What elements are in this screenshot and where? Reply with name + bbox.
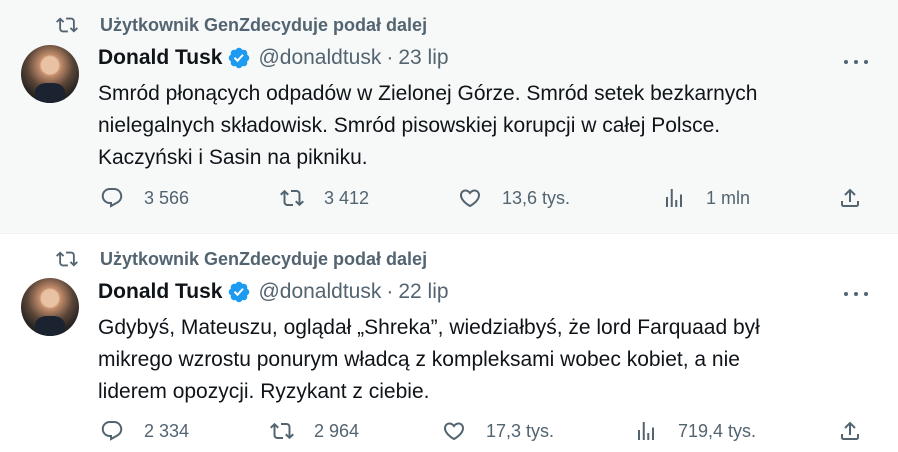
views-button[interactable]: 1 mln <box>662 186 750 210</box>
repost-icon <box>56 14 78 36</box>
tweet-text-line: nielegalnych składowisk. Smród pisowskie… <box>98 114 721 137</box>
retweet-indicator: Użytkownik GenZdecyduje podał dalej <box>56 248 427 270</box>
repost-count: 3 412 <box>324 187 370 208</box>
like-button[interactable]: 17,3 tys. <box>442 419 554 443</box>
heart-icon <box>458 186 482 210</box>
repost-icon <box>56 248 78 270</box>
reply-count: 3 566 <box>144 187 190 208</box>
views-count: 1 mln <box>706 187 751 208</box>
tweet-actions: 2 334 2 964 17,3 tys. 719,4 tys. <box>0 419 898 449</box>
verified-badge-icon[interactable] <box>227 46 251 70</box>
author-name[interactable]: Donald Tusk <box>98 280 222 304</box>
tweet-actions: 3 566 3 412 13,6 tys. 1 mln <box>0 186 898 216</box>
views-button[interactable]: 719,4 tys. <box>634 419 756 443</box>
tweet-text: Smród płonących odpadów w Zielonej Górze… <box>98 78 868 174</box>
tweet-text-line: Gdybyś, Mateuszu, oglądał „Shreka”, wied… <box>98 316 760 339</box>
more-icon[interactable] <box>844 284 868 304</box>
tweet[interactable]: Użytkownik GenZdecyduje podał dalej Dona… <box>0 234 898 452</box>
reply-icon <box>100 419 124 443</box>
separator-dot: · <box>386 46 394 69</box>
retweet-label[interactable]: Użytkownik GenZdecyduje podał dalej <box>100 15 427 36</box>
reply-button[interactable]: 3 566 <box>100 186 189 210</box>
more-icon[interactable] <box>844 52 868 72</box>
tweet-text-line: liderem opozycji. Ryzykant z ciebie. <box>98 380 430 403</box>
share-icon <box>838 186 862 210</box>
tweet-header: Donald Tusk @donaldtusk · 23 lip <box>98 46 449 70</box>
tweet-text-line: Kaczyński i Sasin na pikniku. <box>98 146 368 169</box>
heart-icon <box>442 419 466 443</box>
repost-count: 2 964 <box>314 420 360 441</box>
repost-button[interactable]: 2 964 <box>270 419 359 443</box>
tweet-date[interactable]: 23 lip <box>398 46 448 70</box>
like-count: 13,6 tys. <box>502 187 571 208</box>
verified-badge-icon[interactable] <box>227 280 251 304</box>
tweet-text: Gdybyś, Mateuszu, oglądał „Shreka”, wied… <box>98 312 868 408</box>
views-icon <box>662 186 686 210</box>
repost-icon <box>270 419 294 443</box>
reply-count: 2 334 <box>144 420 190 441</box>
separator-dot: · <box>386 280 394 303</box>
tweet[interactable]: Użytkownik GenZdecyduje podał dalej Dona… <box>0 0 898 234</box>
repost-icon <box>280 186 304 210</box>
tweet-text-line: mikrego wzrostu ponurym władcą z komplek… <box>98 348 740 371</box>
avatar[interactable] <box>21 45 79 103</box>
like-button[interactable]: 13,6 tys. <box>458 186 570 210</box>
like-count: 17,3 tys. <box>486 420 555 441</box>
share-icon <box>838 419 862 443</box>
reply-button[interactable]: 2 334 <box>100 419 189 443</box>
share-button[interactable] <box>838 186 862 210</box>
tweet-header: Donald Tusk @donaldtusk · 22 lip <box>98 280 449 304</box>
repost-button[interactable]: 3 412 <box>280 186 369 210</box>
views-count: 719,4 tys. <box>678 420 757 441</box>
author-name[interactable]: Donald Tusk <box>98 46 222 70</box>
views-icon <box>634 419 658 443</box>
author-handle[interactable]: @donaldtusk <box>258 280 381 304</box>
avatar[interactable] <box>21 278 79 336</box>
tweet-text-line: Smród płonących odpadów w Zielonej Górze… <box>98 82 758 105</box>
author-handle[interactable]: @donaldtusk <box>258 46 381 70</box>
reply-icon <box>100 186 124 210</box>
retweet-indicator: Użytkownik GenZdecyduje podał dalej <box>56 14 427 36</box>
retweet-label[interactable]: Użytkownik GenZdecyduje podał dalej <box>100 249 427 270</box>
share-button[interactable] <box>838 419 862 443</box>
tweet-date[interactable]: 22 lip <box>398 280 448 304</box>
